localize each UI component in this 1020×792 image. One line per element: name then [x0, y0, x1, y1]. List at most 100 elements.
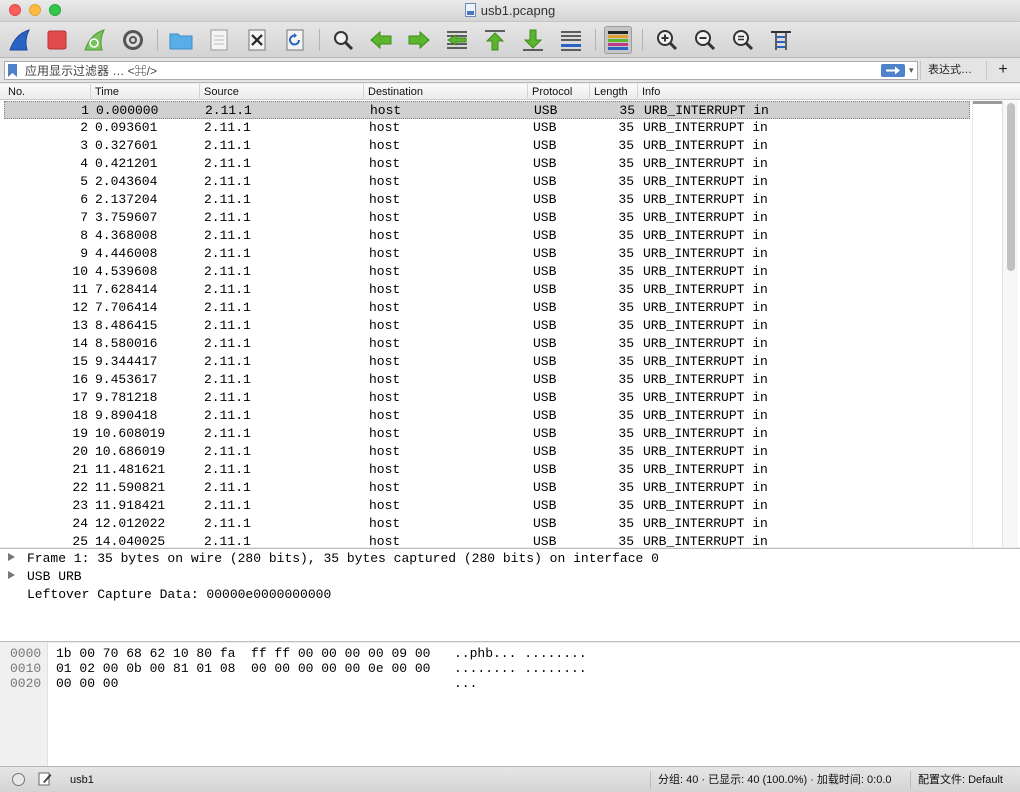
- cell-length: 35: [618, 516, 634, 531]
- packet-list-header: No. Time Source Destination Protocol Len…: [0, 84, 1020, 100]
- bookmark-icon[interactable]: [8, 64, 17, 77]
- scrollbar-thumb[interactable]: [1007, 103, 1015, 271]
- go-first-button[interactable]: [481, 26, 509, 54]
- cell-info: URB_INTERRUPT in: [644, 103, 769, 118]
- expression-button[interactable]: 表达式…: [922, 62, 978, 79]
- bytes-hex[interactable]: 01 02 00 0b 00 81 01 08 00 00 00 00 00 0…: [56, 661, 430, 676]
- bytes-ascii[interactable]: ..phb... ........: [454, 646, 587, 661]
- zoom-normal-button[interactable]: [729, 26, 757, 54]
- capture-options-button[interactable]: [119, 26, 147, 54]
- filter-history-dropdown[interactable]: ▾: [909, 65, 919, 77]
- table-row[interactable]: 24 12.012022 2.11.1 host USB 35 URB_INTERRUPT …: [4, 515, 970, 533]
- find-packet-button[interactable]: [329, 26, 357, 54]
- table-row[interactable]: 25 14.040025 2.11.1 host USB 35 URB_INTERRUPT …: [4, 533, 970, 547]
- column-header-source[interactable]: Source: [200, 84, 364, 100]
- cell-time: 11.481621: [95, 462, 166, 477]
- status-profile[interactable]: 配置文件: Default: [918, 773, 1003, 787]
- table-row[interactable]: 6 2.137204 2.11.1 host USB 35 URB_INTERRUPT in: [4, 191, 970, 209]
- column-header-time[interactable]: Time: [91, 84, 200, 100]
- cell-no: 12: [72, 300, 88, 315]
- bytes-ascii[interactable]: ...: [454, 676, 477, 691]
- bytes-hex[interactable]: 1b 00 70 68 62 10 80 fa ff ff 00 00 00 0…: [56, 646, 430, 661]
- table-row[interactable]: 8 4.368008 2.11.1 host USB 35 URB_INTERRUPT in: [4, 227, 970, 245]
- cell-length: 35: [619, 103, 635, 118]
- table-row[interactable]: 10 4.539608 2.11.1 host USB 35 URB_INTERRUPT i…: [4, 263, 970, 281]
- cell-protocol: USB: [533, 390, 557, 405]
- capture-comment-icon[interactable]: [38, 772, 52, 786]
- expert-info-icon[interactable]: [12, 773, 25, 786]
- table-row[interactable]: 12 7.706414 2.11.1 host USB 35 URB_INTERRUPT i…: [4, 299, 970, 317]
- table-row[interactable]: 1 0.000000 2.11.1 host USB 35 URB_INTERRUPT in: [4, 101, 970, 119]
- cell-info: URB_INTERRUPT in: [643, 372, 768, 387]
- arrow-right-icon: [408, 30, 430, 50]
- table-row[interactable]: 19 10.608019 2.11.1 host USB 35 URB_INTERRUPT …: [4, 425, 970, 443]
- column-header-destination[interactable]: Destination: [364, 84, 528, 100]
- cell-time: 14.040025: [95, 534, 166, 547]
- close-file-icon: [248, 29, 266, 51]
- table-row[interactable]: 17 9.781218 2.11.1 host USB 35 URB_INTERRUPT i…: [4, 389, 970, 407]
- cell-protocol: USB: [533, 228, 557, 243]
- cell-protocol: USB: [533, 336, 557, 351]
- table-row[interactable]: 11 7.628414 2.11.1 host USB 35 URB_INTERRUPT i…: [4, 281, 970, 299]
- cell-info: URB_INTERRUPT in: [643, 282, 768, 297]
- table-row[interactable]: 23 11.918421 2.11.1 host USB 35 URB_INTERRUPT …: [4, 497, 970, 515]
- table-row[interactable]: 5 2.043604 2.11.1 host USB 35 URB_INTERRUPT in: [4, 173, 970, 191]
- cell-no: 4: [80, 156, 88, 171]
- table-row[interactable]: 13 8.486415 2.11.1 host USB 35 URB_INTERRUPT i…: [4, 317, 970, 335]
- table-row[interactable]: 22 11.590821 2.11.1 host USB 35 URB_INTERRUPT …: [4, 479, 970, 497]
- go-to-packet-button[interactable]: [443, 26, 471, 54]
- detail-row-frame[interactable]: Frame 1: 35 bytes on wire (280 bits), 35…: [8, 550, 659, 568]
- toolbar-separator: [642, 29, 643, 51]
- table-row[interactable]: 3 0.327601 2.11.1 host USB 35 URB_INTERRUPT in: [4, 137, 970, 155]
- open-file-button[interactable]: [167, 26, 195, 54]
- stop-capture-button[interactable]: [43, 26, 71, 54]
- zoom-out-button[interactable]: [691, 26, 719, 54]
- column-header-no[interactable]: No.: [4, 84, 91, 100]
- table-row[interactable]: 4 0.421201 2.11.1 host USB 35 URB_INTERRUPT in: [4, 155, 970, 173]
- reload-file-button[interactable]: [281, 26, 309, 54]
- column-header-length[interactable]: Length: [590, 84, 638, 100]
- packet-minimap[interactable]: [972, 101, 1003, 547]
- start-capture-button[interactable]: [6, 26, 34, 54]
- bytes-hex[interactable]: 00 00 00: [56, 676, 118, 691]
- cell-time: 2.043604: [95, 174, 158, 189]
- add-filter-button[interactable]: +: [992, 60, 1014, 80]
- bytes-ascii[interactable]: ........ ........: [454, 661, 587, 676]
- shark-fin-icon: [9, 29, 30, 51]
- zoom-in-button[interactable]: [653, 26, 681, 54]
- table-row[interactable]: 2 0.093601 2.11.1 host USB 35 URB_INTERRUPT in: [4, 119, 970, 137]
- expand-triangle-icon[interactable]: [8, 571, 15, 579]
- detail-row-leftover-data[interactable]: Leftover Capture Data: 00000e0000000000: [8, 586, 331, 604]
- cell-length: 35: [618, 246, 634, 261]
- cell-info: URB_INTERRUPT in: [643, 444, 768, 459]
- column-header-info[interactable]: Info: [638, 84, 1020, 100]
- go-last-button[interactable]: [519, 26, 547, 54]
- column-header-protocol[interactable]: Protocol: [528, 84, 590, 100]
- colorize-button[interactable]: [604, 26, 632, 54]
- table-row[interactable]: 18 9.890418 2.11.1 host USB 35 URB_INTERRUPT i…: [4, 407, 970, 425]
- close-file-button[interactable]: [243, 26, 271, 54]
- table-row[interactable]: 7 3.759607 2.11.1 host USB 35 URB_INTERRUPT in: [4, 209, 970, 227]
- detail-row-usb-urb[interactable]: USB URB: [8, 568, 82, 586]
- go-back-button[interactable]: [367, 26, 395, 54]
- table-row[interactable]: 9 4.446008 2.11.1 host USB 35 URB_INTERRUPT in: [4, 245, 970, 263]
- zoom-in-icon: [657, 30, 678, 51]
- packet-list-scrollbar[interactable]: [1002, 101, 1018, 547]
- table-row[interactable]: 20 10.686019 2.11.1 host USB 35 URB_INTERRUPT …: [4, 443, 970, 461]
- restart-capture-button[interactable]: [81, 26, 109, 54]
- table-row[interactable]: 21 11.481621 2.11.1 host USB 35 URB_INTERRUPT …: [4, 461, 970, 479]
- table-row[interactable]: 14 8.580016 2.11.1 host USB 35 URB_INTERRUPT i…: [4, 335, 970, 353]
- table-row[interactable]: 15 9.344417 2.11.1 host USB 35 URB_INTERRUPT i…: [4, 353, 970, 371]
- display-filter-input[interactable]: [25, 63, 855, 78]
- table-row[interactable]: 16 9.453617 2.11.1 host USB 35 URB_INTERRUPT i…: [4, 371, 970, 389]
- resize-columns-button[interactable]: [767, 26, 795, 54]
- cell-destination: host: [369, 138, 401, 153]
- cell-source: 2.11.1: [204, 462, 251, 477]
- apply-filter-button[interactable]: [881, 64, 905, 77]
- cell-length: 35: [618, 390, 634, 405]
- save-file-button[interactable]: [205, 26, 233, 54]
- packet-details-pane: Frame 1: 35 bytes on wire (280 bits), 35…: [0, 548, 1020, 642]
- auto-scroll-button[interactable]: [557, 26, 585, 54]
- go-forward-button[interactable]: [405, 26, 433, 54]
- expand-triangle-icon[interactable]: [8, 553, 15, 561]
